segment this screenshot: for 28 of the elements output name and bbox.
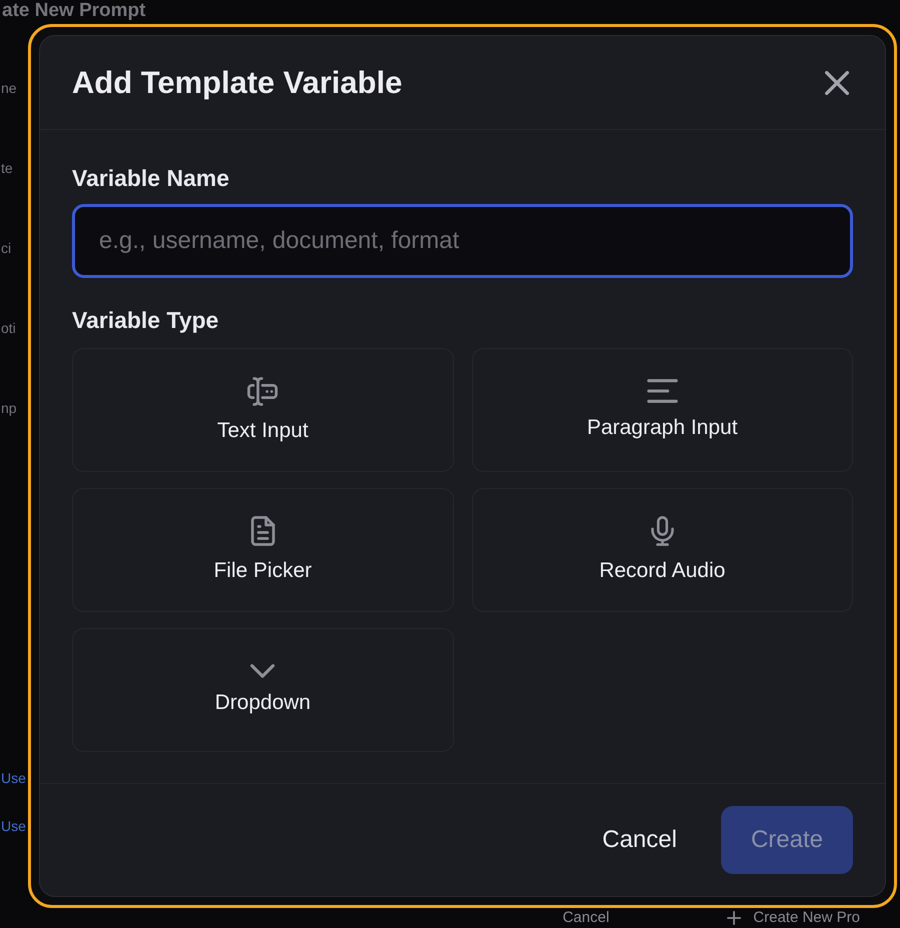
field-label: ne (1, 79, 17, 98)
link[interactable]: Use (1, 816, 26, 836)
microphone-icon (650, 516, 674, 546)
variable-type-option[interactable]: Record Audio (472, 488, 853, 612)
variable-type-option[interactable]: Text Input (72, 348, 454, 472)
create-prompt-button[interactable]: Create New Pro (727, 909, 860, 927)
section-label: Variable Type (72, 306, 219, 334)
field-label: oti (1, 319, 16, 338)
document-icon (250, 516, 275, 546)
link[interactable]: Use (1, 768, 26, 788)
text-cursor-icon (247, 376, 278, 406)
text-lines-icon (646, 379, 678, 403)
field-label: Variable Name (72, 164, 230, 192)
dialog-title: Add Template Variable (72, 64, 402, 102)
variable-type-option[interactable]: Paragraph Input (472, 348, 853, 472)
plus-icon (727, 911, 742, 925)
chevron-down-icon (250, 664, 276, 678)
cancel-button[interactable]: Cancel (582, 806, 697, 874)
variable-name-field[interactable]: e.g., username, document, format (72, 204, 853, 278)
field-label: te (1, 159, 13, 178)
variable-type-option[interactable]: Dropdown (72, 628, 454, 752)
page-title: ate New Prompt (1, 0, 146, 23)
field-label: np (1, 399, 17, 418)
cancel-button[interactable]: Cancel (562, 909, 610, 927)
variable-type-option[interactable]: File Picker (72, 488, 454, 612)
close-icon (825, 70, 849, 94)
field-label: ci (1, 239, 12, 258)
close-button[interactable] (825, 70, 849, 94)
